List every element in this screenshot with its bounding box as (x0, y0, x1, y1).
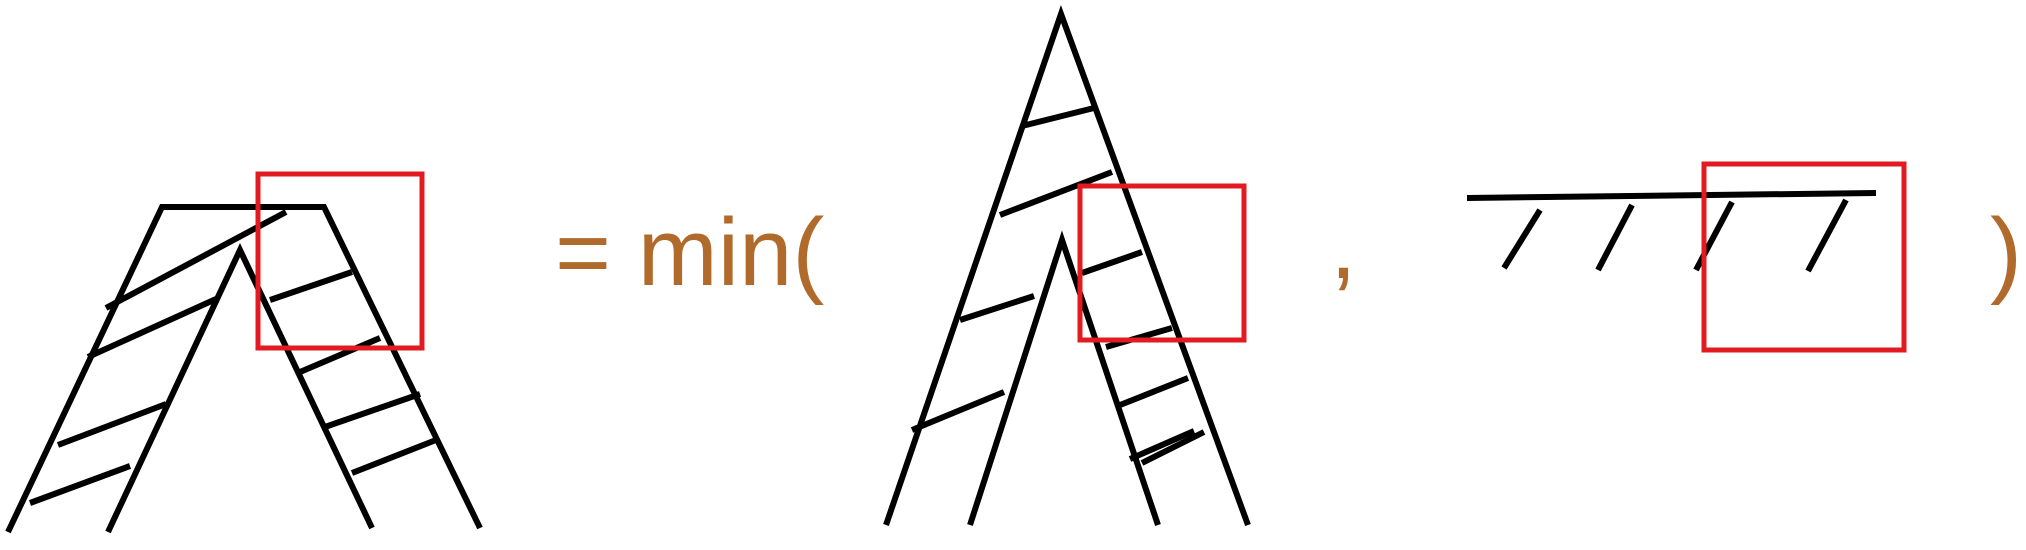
middle-shape-outer-outline (883, 5, 1251, 527)
hatch-line (269, 269, 353, 303)
comma-text: , (1330, 192, 1357, 299)
hatch-line (350, 437, 438, 476)
shape-equation-diagram: = min( , ) (5, 5, 2022, 534)
hatch-line (1081, 249, 1143, 276)
hatch-line (1595, 203, 1635, 272)
right-shape-hatching (1501, 198, 1849, 273)
hatch-line (959, 293, 1035, 323)
hatch-line (1021, 105, 1095, 129)
left-shape-hatching (28, 209, 438, 506)
middle-shape-inner-notch (967, 230, 1161, 526)
right-shape-baseline (1466, 190, 1877, 201)
left-shape (5, 171, 483, 534)
hatch-line (1805, 198, 1849, 273)
left-shape-inner-notch (105, 242, 375, 534)
hatch-line (1118, 375, 1190, 408)
hatch-line (28, 463, 132, 506)
right-shape (1466, 161, 1907, 353)
hatch-line (998, 169, 1114, 218)
close-paren-text: ) (1990, 199, 2022, 306)
hatch-line (1501, 208, 1543, 270)
middle-shape (883, 5, 1251, 527)
equals-min-text: = min( (555, 199, 824, 306)
hatch-line (298, 335, 382, 375)
hatch-line (1693, 200, 1735, 272)
hatch-line (321, 391, 421, 431)
left-highlight-box (255, 171, 425, 351)
